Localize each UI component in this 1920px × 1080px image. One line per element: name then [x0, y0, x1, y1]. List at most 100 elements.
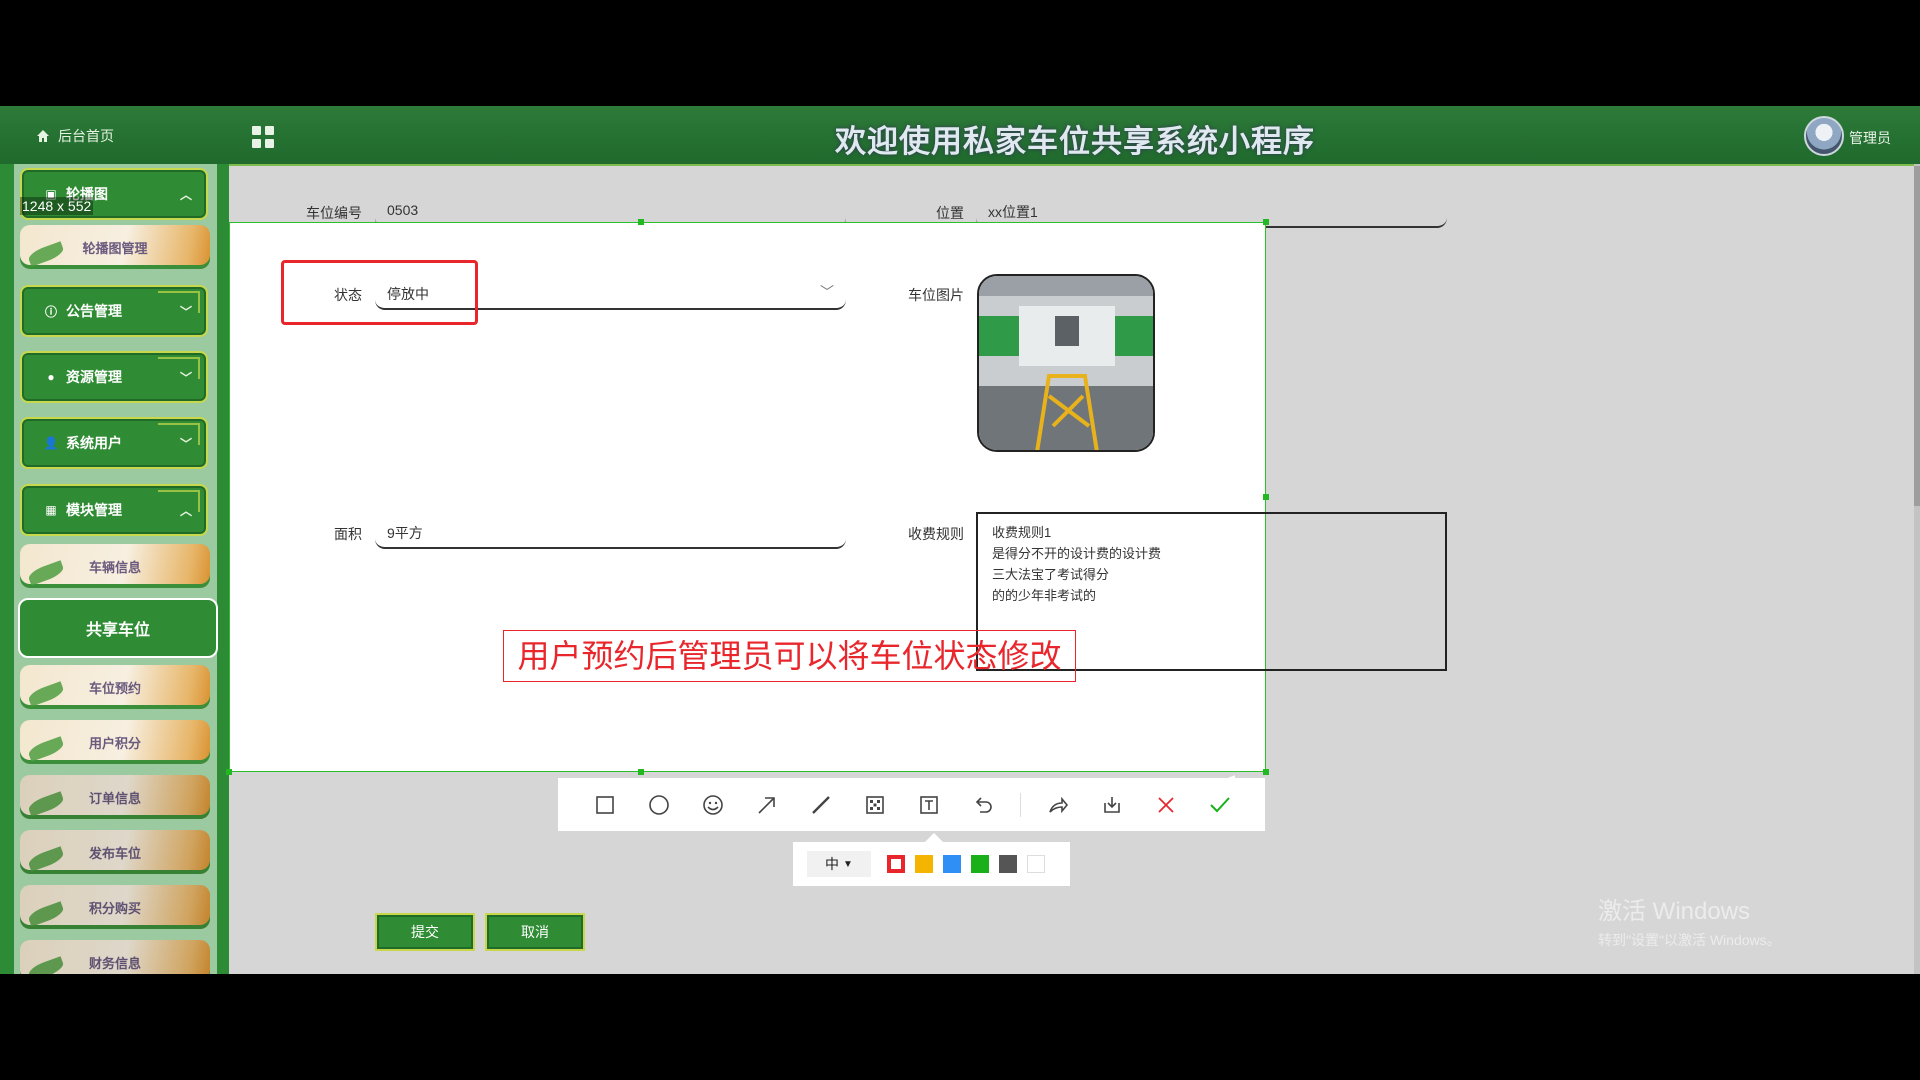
leaf-decoration — [26, 846, 66, 872]
sidebar-group-modules[interactable]: ▦ 模块管理 ︿ — [20, 484, 208, 536]
leaf-decoration — [26, 560, 66, 586]
sidebar-item-label: 财务信息 — [88, 955, 141, 971]
area-field[interactable]: 9平方 — [375, 515, 846, 549]
sidebar-item-finance-info[interactable]: 财务信息 — [20, 940, 210, 974]
watermark-line: 转到"设置"以激活 Windows。 — [1598, 932, 1781, 948]
chevron-up-icon: ︿ — [179, 188, 192, 202]
resize-handle[interactable] — [1263, 769, 1269, 775]
sidebar-item-label: 共享车位 — [85, 622, 150, 639]
frame-decoration — [158, 490, 200, 512]
sidebar-group-resource[interactable]: ● 资源管理 ﹀ — [20, 351, 208, 403]
parking-garage-image — [979, 276, 1153, 450]
admin-label[interactable]: 管理员 — [1849, 128, 1891, 148]
pen-tool-icon[interactable] — [794, 778, 848, 831]
style-panel-pointer — [925, 833, 943, 842]
windows-activation-watermark: 激活 Windows 转到"设置"以激活 Windows。 — [1598, 898, 1781, 954]
resize-handle[interactable] — [638, 769, 644, 775]
fee-rules-label: 收费规则 — [908, 526, 964, 542]
pen-size-select[interactable]: 中 ▼ — [807, 851, 871, 877]
sidebar-group-label: 资源管理 — [66, 369, 122, 385]
annotation-text[interactable]: 用户预约后管理员可以将车位状态修改 — [503, 630, 1076, 682]
color-swatch-blue[interactable] — [943, 855, 961, 873]
text-tool-icon[interactable] — [902, 778, 956, 831]
close-icon[interactable] — [1139, 778, 1193, 831]
emoji-tool-icon[interactable] — [686, 778, 740, 831]
mosaic-tool-icon[interactable] — [848, 778, 902, 831]
ellipse-tool-icon[interactable] — [632, 778, 686, 831]
sidebar-group-system-users[interactable]: 👤 系统用户 ﹀ — [20, 417, 208, 469]
fee-rule-line: 三大法宝了考试得分 — [992, 567, 1110, 582]
sidebar-group-label: 模块管理 — [66, 502, 122, 518]
sidebar-item-carousel-manage[interactable]: 轮播图管理 — [20, 225, 210, 269]
frame-decoration — [158, 291, 200, 313]
leaf-decoration — [26, 681, 66, 707]
fee-rule-line: 的的少年非考试的 — [992, 588, 1097, 603]
pen-size-value: 中 — [825, 856, 840, 872]
color-swatch-gray[interactable] — [999, 855, 1017, 873]
leaf-decoration — [26, 791, 66, 817]
leaf-decoration — [26, 736, 66, 762]
leaf-decoration — [26, 241, 66, 267]
sidebar-item-order-info[interactable]: 订单信息 — [20, 775, 210, 819]
share-icon[interactable] — [1031, 778, 1085, 831]
sidebar-group-label: 公告管理 — [66, 303, 122, 319]
avatar[interactable] — [1804, 116, 1844, 156]
cancel-button[interactable]: 取消 — [485, 913, 585, 951]
location-label: 位置 — [936, 205, 964, 221]
user-icon: 👤 — [43, 436, 59, 450]
sidebar-item-publish-spot[interactable]: 发布车位 — [20, 830, 210, 874]
resize-handle[interactable] — [638, 219, 644, 225]
sidebar-item-label: 发布车位 — [88, 845, 141, 861]
resize-handle[interactable] — [1263, 494, 1269, 500]
sidebar-item-label: 积分购买 — [88, 900, 141, 916]
annotation-rectangle — [281, 260, 478, 325]
color-swatch-white[interactable] — [1027, 855, 1045, 873]
sidebar-item-user-points[interactable]: 用户积分 — [20, 720, 210, 764]
fee-rule-line: 收费规则1 — [992, 525, 1052, 540]
sidebar-item-spot-reservation[interactable]: 车位预约 — [20, 665, 210, 709]
sidebar-group-notice[interactable]: ⓘ 公告管理 ﹀ — [20, 285, 208, 337]
sidebar-group-label: 系统用户 — [66, 435, 122, 451]
sidebar-item-label: 订单信息 — [88, 790, 141, 806]
submit-button[interactable]: 提交 — [375, 913, 475, 951]
app-title: 欢迎使用私家车位共享系统小程序 — [835, 124, 1315, 159]
spot-number-label: 车位编号 — [306, 205, 362, 221]
resize-handle[interactable] — [1263, 219, 1269, 225]
color-swatch-yellow[interactable] — [915, 855, 933, 873]
scrollbar-thumb[interactable] — [1914, 166, 1920, 506]
info-icon: ⓘ — [44, 304, 57, 319]
leaf-decoration — [26, 956, 66, 974]
area-label: 面积 — [334, 526, 362, 542]
caret-down-icon: ▼ — [843, 858, 853, 870]
screenshot-toolbar — [558, 778, 1265, 831]
frame-decoration — [158, 423, 200, 445]
parking-spot-photo[interactable] — [977, 274, 1155, 452]
resize-handle[interactable] — [226, 769, 232, 775]
sidebar-item-vehicle-info[interactable]: 车辆信息 — [20, 544, 210, 588]
sidebar-item-shared-spot[interactable]: 共享车位 — [18, 598, 218, 658]
top-bar: 后台首页 欢迎使用私家车位共享系统小程序 管理员 — [0, 106, 1920, 166]
leaf-decoration — [26, 901, 66, 927]
color-swatch-green[interactable] — [971, 855, 989, 873]
selection-size-readout: 1248 x 552 — [20, 197, 94, 215]
sidebar-item-points-purchase[interactable]: 积分购买 — [20, 885, 210, 929]
frame-decoration — [158, 357, 200, 379]
app-window: 后台首页 欢迎使用私家车位共享系统小程序 管理员 ▣ 轮播图 ︿ 轮播图管理 ⓘ… — [0, 106, 1920, 974]
undo-icon[interactable] — [956, 778, 1010, 831]
pen-style-panel: 中 ▼ — [793, 842, 1070, 886]
download-icon[interactable] — [1085, 778, 1139, 831]
toolbar-divider — [1020, 792, 1021, 817]
color-swatch-red[interactable] — [887, 855, 905, 873]
sidebar-item-label: 轮播图管理 — [82, 240, 148, 256]
arrow-tool-icon[interactable] — [740, 778, 794, 831]
sidebar-item-label: 车辆信息 — [88, 559, 141, 575]
modules-icon: ▦ — [45, 503, 57, 517]
pin-icon: ● — [47, 370, 55, 384]
watermark-line: 激活 Windows — [1598, 898, 1751, 925]
photo-label: 车位图片 — [908, 287, 964, 303]
rectangle-tool-icon[interactable] — [578, 778, 632, 831]
sidebar-item-label: 用户积分 — [88, 735, 141, 751]
chevron-down-icon: ﹀ — [820, 284, 834, 300]
fee-rule-line: 是得分不开的设计费的设计费 — [992, 546, 1162, 561]
sidebar-item-label: 车位预约 — [88, 680, 141, 696]
